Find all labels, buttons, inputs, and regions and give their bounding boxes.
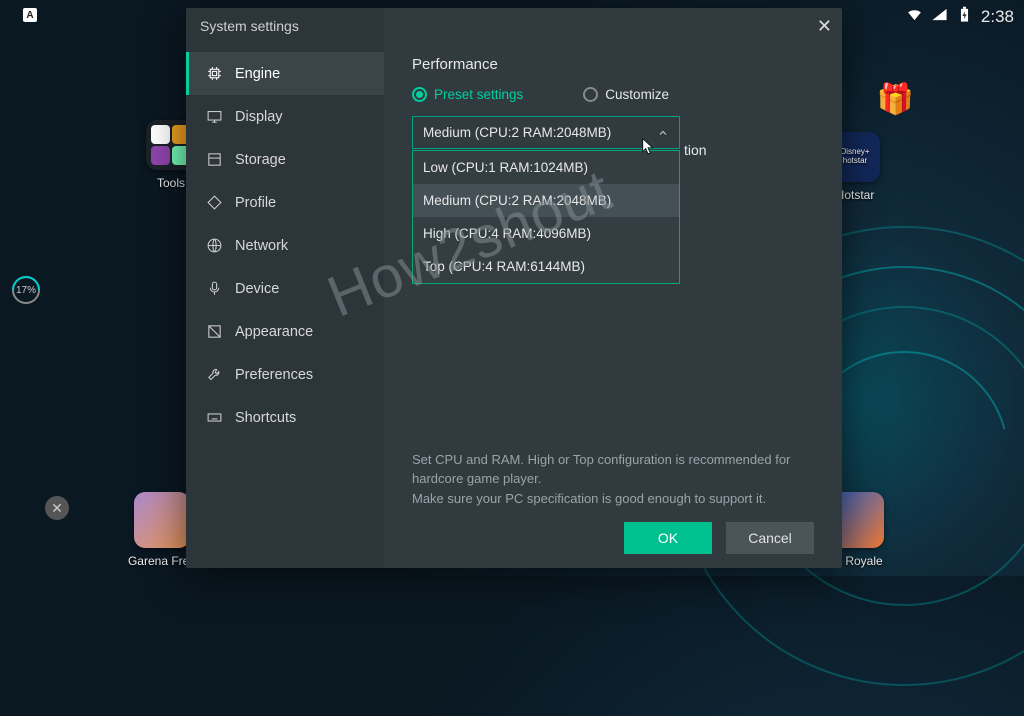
sidebar-item-preferences[interactable]: Preferences xyxy=(186,353,384,396)
wrench-icon xyxy=(206,366,223,383)
radio-customize[interactable]: Customize xyxy=(583,87,669,102)
sidebar-item-engine[interactable]: Engine xyxy=(186,52,384,95)
ok-button[interactable]: OK xyxy=(624,522,712,554)
sidebar-item-storage[interactable]: Storage xyxy=(186,138,384,181)
option-high[interactable]: High (CPU:4 RAM:4096MB) xyxy=(413,217,679,250)
mic-icon xyxy=(206,280,223,297)
tag-icon xyxy=(206,194,223,211)
option-low[interactable]: Low (CPU:1 RAM:1024MB) xyxy=(413,151,679,184)
sidebar-item-device[interactable]: Device xyxy=(186,267,384,310)
radio-preset[interactable]: Preset settings xyxy=(412,87,523,102)
settings-sidebar: Engine Display Storage Profile Network D… xyxy=(186,8,384,568)
cancel-button[interactable]: Cancel xyxy=(726,522,814,554)
sidebar-item-shortcuts[interactable]: Shortcuts xyxy=(186,396,384,439)
app-badge: A xyxy=(23,8,37,22)
sidebar-item-network[interactable]: Network xyxy=(186,224,384,267)
dropdown-list: Low (CPU:1 RAM:1024MB) Medium (CPU:2 RAM… xyxy=(412,150,680,284)
settings-content: Performance Preset settings Customize Me… xyxy=(384,8,842,568)
preset-dropdown: Medium (CPU:2 RAM:2048MB) Low (CPU:1 RAM… xyxy=(412,116,680,149)
settings-modal: System settings ✕ Engine Display Storage… xyxy=(186,8,842,568)
dropdown-button[interactable]: Medium (CPU:2 RAM:2048MB) xyxy=(412,116,680,149)
dismiss-icon[interactable]: ✕ xyxy=(45,496,69,520)
sidebar-item-profile[interactable]: Profile xyxy=(186,181,384,224)
gift-icon[interactable]: 🎁 xyxy=(877,82,914,117)
obscured-text: tion xyxy=(684,142,707,158)
wifi-icon xyxy=(906,6,923,28)
storage-icon xyxy=(206,151,223,168)
option-medium[interactable]: Medium (CPU:2 RAM:2048MB) xyxy=(413,184,679,217)
globe-icon xyxy=(206,237,223,254)
sidebar-item-display[interactable]: Display xyxy=(186,95,384,138)
cpu-icon xyxy=(206,65,223,82)
keyboard-icon xyxy=(206,409,223,426)
chevron-up-icon xyxy=(657,127,669,139)
status-time: 2:38 xyxy=(981,7,1014,27)
signal-icon xyxy=(931,6,948,28)
option-top[interactable]: Top (CPU:4 RAM:6144MB) xyxy=(413,250,679,283)
appearance-icon xyxy=(206,323,223,340)
status-bar: 2:38 xyxy=(906,6,1014,28)
cursor-icon xyxy=(641,138,655,156)
modal-title: System settings xyxy=(200,18,299,34)
performance-heading: Performance xyxy=(412,56,814,73)
radio-dot-icon xyxy=(583,87,598,102)
battery-meter: 17% xyxy=(12,276,40,304)
battery-icon xyxy=(956,6,973,28)
display-icon xyxy=(206,108,223,125)
help-text: Set CPU and RAM. High or Top configurati… xyxy=(412,450,814,509)
radio-dot-icon xyxy=(412,87,427,102)
sidebar-item-appearance[interactable]: Appearance xyxy=(186,310,384,353)
